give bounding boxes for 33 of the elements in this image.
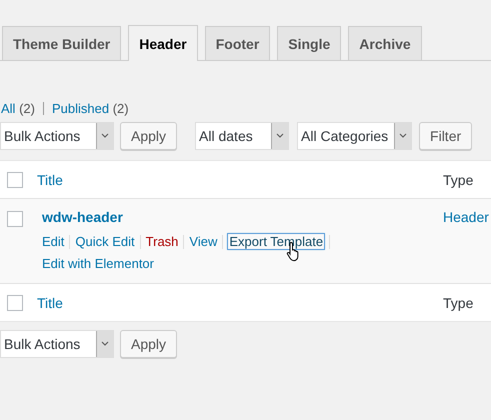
- row-action-link[interactable]: Edit with Elementor: [42, 256, 154, 271]
- bulk-actions-select[interactable]: Bulk Actions: [0, 330, 114, 358]
- tab[interactable]: Single: [277, 26, 342, 60]
- checkbox[interactable]: [7, 294, 23, 310]
- tab[interactable]: Archive: [348, 26, 422, 60]
- tab[interactable]: Theme Builder: [2, 26, 122, 60]
- apply-button[interactable]: Apply: [120, 122, 178, 150]
- tab[interactable]: Footer: [204, 26, 270, 60]
- caret-icon: [394, 123, 412, 149]
- row-action-link[interactable]: View: [189, 234, 218, 249]
- apply-button[interactable]: Apply: [120, 330, 178, 358]
- checkbox[interactable]: [7, 211, 23, 227]
- column-header[interactable]: Title: [37, 172, 443, 188]
- column-header: Type: [443, 294, 474, 310]
- row-action-link[interactable]: Export Template: [228, 234, 324, 249]
- column-header: Type: [443, 172, 474, 188]
- bulk-actions-select[interactable]: Bulk Actions: [0, 122, 114, 150]
- date-select[interactable]: All dates: [195, 122, 290, 150]
- row-action-link[interactable]: Trash: [146, 234, 178, 249]
- type-link[interactable]: Header: [443, 209, 491, 273]
- checkbox[interactable]: [7, 172, 23, 188]
- tab[interactable]: Header: [128, 25, 198, 61]
- category-select[interactable]: All Categories: [297, 122, 412, 150]
- caret-icon: [271, 123, 288, 149]
- caret-icon: [96, 331, 113, 357]
- column-header[interactable]: Title: [37, 294, 443, 310]
- row-action-link[interactable]: Quick Edit: [75, 234, 135, 249]
- filter-link[interactable]: Published (2): [52, 101, 129, 116]
- row-action-link[interactable]: Edit: [42, 234, 64, 249]
- filter-link[interactable]: All (2): [1, 101, 35, 116]
- caret-icon: [96, 123, 113, 149]
- filter-button[interactable]: Filter: [419, 122, 472, 150]
- post-title-link[interactable]: wdw-header: [42, 209, 443, 225]
